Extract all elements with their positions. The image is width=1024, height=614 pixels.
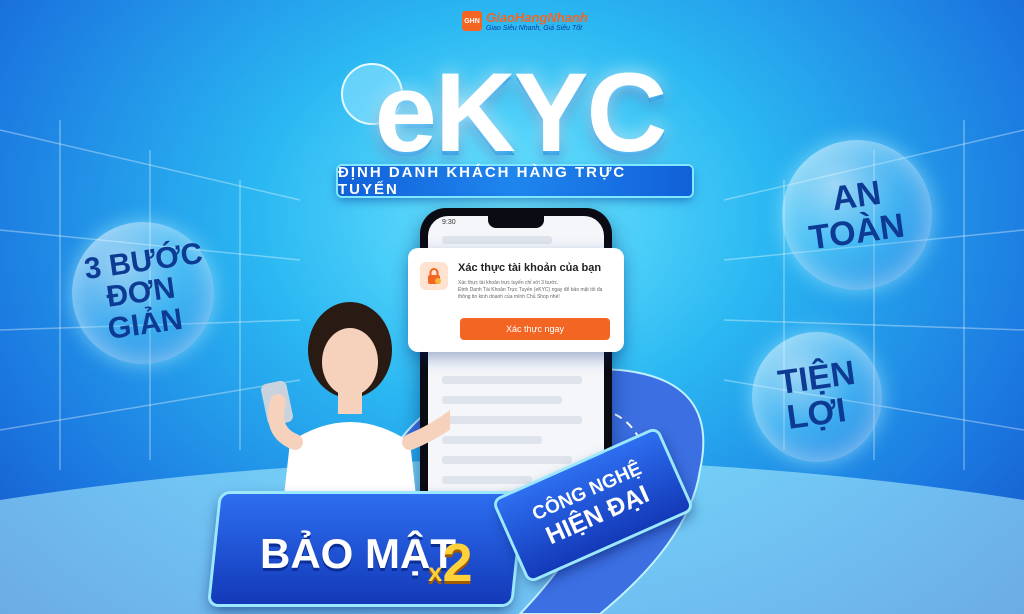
- security-text: BẢO MẬT: [260, 530, 456, 577]
- multiplier-number: 2: [442, 533, 473, 593]
- multiplier-x: x: [428, 557, 443, 587]
- phone-notch: [488, 216, 544, 228]
- blurred-row: [442, 456, 572, 464]
- ekyc-banner: GHN GiaoHangNhanh Giao Siêu Nhanh, Giá S…: [0, 0, 1024, 614]
- blurred-row: [442, 396, 562, 404]
- brand-name: GiaoHangNhanh: [486, 10, 588, 25]
- verify-now-button[interactable]: Xác thực ngay: [460, 318, 610, 340]
- blurred-row: [442, 236, 552, 244]
- blurred-row: [442, 376, 582, 384]
- ekyc-title: eKYC: [374, 50, 668, 175]
- blurred-row: [442, 436, 542, 444]
- blurred-row: [442, 476, 532, 484]
- bubble-line: LỢI: [784, 391, 849, 437]
- subtitle-text: ĐỊNH DANH KHÁCH HÀNG TRỰC TUYẾN: [338, 164, 627, 198]
- card-desc-line: Định Danh Tài Khoản Trực Tuyến (eKYC) ng…: [458, 286, 603, 300]
- ghn-logo-text: GiaoHangNhanh Giao Siêu Nhanh, Giá Siêu …: [486, 10, 588, 32]
- bubble-convenient: TIỆN LỢI: [752, 332, 882, 462]
- card-desc-line: Xác thực tài khoản trực tuyến chỉ với 3 …: [458, 280, 559, 286]
- ghn-logo: GHN GiaoHangNhanh Giao Siêu Nhanh, Giá S…: [462, 10, 588, 32]
- lock-shield-icon: [420, 262, 448, 290]
- bubble-line: TOÀN: [806, 206, 907, 258]
- multiplier: x2: [428, 532, 473, 594]
- bubble-simple-steps: 3 BƯỚC ĐƠN GIẢN: [72, 222, 214, 364]
- status-time: 9:30: [442, 219, 456, 226]
- subtitle-bar: ĐỊNH DANH KHÁCH HÀNG TRỰC TUYẾN: [338, 164, 692, 198]
- blurred-row: [442, 416, 582, 424]
- ghn-logo-mark: GHN: [462, 11, 482, 31]
- card-title: Xác thực tài khoản của bạn: [458, 262, 602, 274]
- card-description: Xác thực tài khoản trực tuyến chỉ với 3 …: [458, 280, 616, 300]
- brand-tagline: Giao Siêu Nhanh, Giá Siêu Tốt: [486, 25, 583, 32]
- bubble-safe: AN TOÀN: [782, 140, 932, 290]
